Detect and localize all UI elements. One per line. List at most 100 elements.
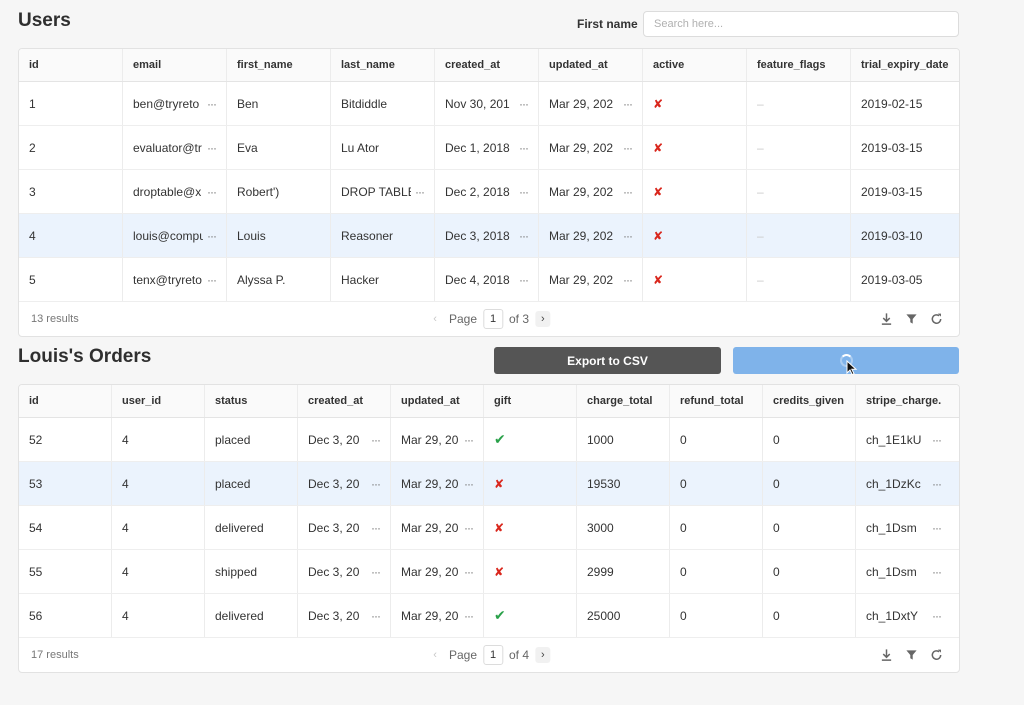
cell-text: Mar 29, 202 (549, 228, 614, 243)
table-row[interactable]: 52 4 placed Dec 3, 20 ··· Mar 29, 20 ··· ✔ 1000 0… (19, 418, 959, 462)
ellipsis-icon[interactable]: ··· (932, 565, 942, 579)
column-header-created-at[interactable]: created_at (435, 49, 539, 81)
check-mark-icon: ✔ (494, 431, 506, 447)
ellipsis-icon[interactable]: ··· (371, 565, 381, 579)
cell-created-at: Nov 30, 201 ··· (435, 82, 539, 125)
cell-active: ✘ (643, 258, 747, 301)
table-row[interactable]: 3 droptable@x ··· Robert') DROP TABLE ··· Dec … (19, 170, 959, 214)
column-header-updated-at[interactable]: updated_at (391, 385, 484, 417)
x-mark-icon: ✘ (653, 228, 664, 243)
orders-pagination: ‹ Page 1 of 4 › (427, 645, 551, 665)
table-row[interactable]: 5 tenx@tryreto ··· Alyssa P. Hacker Dec 4, 20… (19, 258, 959, 302)
cell-updated-at: Mar 29, 202 ··· (539, 258, 643, 301)
column-header-user-id[interactable]: user_id (112, 385, 205, 417)
cell-feature-flags: – (747, 82, 851, 125)
ellipsis-icon[interactable]: ··· (371, 477, 381, 491)
column-header-active[interactable]: active (643, 49, 747, 81)
orders-title: Louis's Orders (18, 346, 152, 367)
prev-page-button[interactable]: ‹ (427, 649, 443, 661)
ellipsis-icon[interactable]: ··· (623, 185, 633, 199)
ellipsis-icon[interactable]: ··· (932, 521, 942, 535)
cell-status: delivered (205, 506, 298, 549)
prev-page-button[interactable]: ‹ (427, 313, 443, 325)
cell-gift: ✔ (484, 418, 577, 461)
next-page-button[interactable]: › (535, 311, 551, 327)
cell-charge-total: 3000 (577, 506, 670, 549)
table-row[interactable]: 1 ben@tryreto ··· Ben Bitdiddle Nov 30, 201 ··… (19, 82, 959, 126)
cell-created-at: Dec 3, 20 ··· (298, 594, 391, 637)
ellipsis-icon[interactable]: ··· (207, 229, 217, 243)
refresh-icon[interactable] (930, 313, 943, 326)
ellipsis-icon[interactable]: ··· (415, 185, 425, 199)
ellipsis-icon[interactable]: ··· (464, 477, 474, 491)
ellipsis-icon[interactable]: ··· (371, 433, 381, 447)
cell-created-at: Dec 3, 20 ··· (298, 506, 391, 549)
refresh-icon[interactable] (930, 649, 943, 662)
column-header-email[interactable]: email (123, 49, 227, 81)
ellipsis-icon[interactable]: ··· (207, 97, 217, 111)
ellipsis-icon[interactable]: ··· (371, 609, 381, 623)
filter-icon[interactable] (905, 649, 918, 662)
column-header-credits-given[interactable]: credits_given (763, 385, 856, 417)
ellipsis-icon[interactable]: ··· (932, 477, 942, 491)
column-header-stripe-charge[interactable]: stripe_charge... (856, 385, 951, 417)
ellipsis-icon[interactable]: ··· (464, 433, 474, 447)
download-icon[interactable] (880, 649, 893, 662)
column-header-first-name[interactable]: first_name (227, 49, 331, 81)
download-icon[interactable] (880, 313, 893, 326)
ellipsis-icon[interactable]: ··· (371, 521, 381, 535)
ellipsis-icon[interactable]: ··· (932, 433, 942, 447)
cell-text: Dec 3, 20 (308, 476, 360, 491)
column-header-id[interactable]: id (19, 49, 123, 81)
table-row[interactable]: 54 4 delivered Dec 3, 20 ··· Mar 29, 20 ··· ✘ 30… (19, 506, 959, 550)
users-table: id email first_name last_name created_at upda… (18, 48, 960, 337)
ellipsis-icon[interactable]: ··· (207, 141, 217, 155)
column-header-label: email (133, 59, 162, 71)
cell-text: ch_1E1kU (866, 432, 922, 447)
column-header-last-name[interactable]: last_name (331, 49, 435, 81)
ellipsis-icon[interactable]: ··· (464, 565, 474, 579)
table-row[interactable]: 4 louis@compu ··· Louis Reasoner Dec 3, 2018 ·… (19, 214, 959, 258)
column-header-status[interactable]: status (205, 385, 298, 417)
cell-text: Bitdiddle (341, 96, 388, 111)
ellipsis-icon[interactable]: ··· (464, 609, 474, 623)
next-page-button[interactable]: › (535, 647, 551, 663)
column-header-gift[interactable]: gift (484, 385, 577, 417)
ellipsis-icon[interactable]: ··· (519, 97, 529, 111)
column-header-created-at[interactable]: created_at (298, 385, 391, 417)
ellipsis-icon[interactable]: ··· (519, 185, 529, 199)
cell-gift: ✘ (484, 506, 577, 549)
ellipsis-icon[interactable]: ··· (623, 141, 633, 155)
cell-refund-total: 0 (670, 462, 763, 505)
ellipsis-icon[interactable]: ··· (464, 521, 474, 535)
filter-icon[interactable] (905, 313, 918, 326)
cell-updated-at: Mar 29, 20 ··· (391, 594, 484, 637)
cell-credits-given: 0 (763, 418, 856, 461)
ellipsis-icon[interactable]: ··· (932, 609, 942, 623)
ellipsis-icon[interactable]: ··· (519, 229, 529, 243)
ellipsis-icon[interactable]: ··· (623, 229, 633, 243)
column-header-charge-total[interactable]: charge_total (577, 385, 670, 417)
ellipsis-icon[interactable]: ··· (519, 141, 529, 155)
table-row[interactable]: 2 evaluator@tr ··· Eva Lu Ator Dec 1, 2018 ···… (19, 126, 959, 170)
ellipsis-icon[interactable]: ··· (207, 273, 217, 287)
table-row[interactable]: 55 4 shipped Dec 3, 20 ··· Mar 29, 20 ··· ✘ 2999… (19, 550, 959, 594)
page-number-input[interactable]: 1 (483, 309, 504, 329)
ellipsis-icon[interactable]: ··· (519, 273, 529, 287)
table-row[interactable]: 53 4 placed Dec 3, 20 ··· Mar 29, 20 ··· ✘ 19530… (19, 462, 959, 506)
column-header-feature-flags[interactable]: feature_flags (747, 49, 851, 81)
table-row[interactable]: 56 4 delivered Dec 3, 20 ··· Mar 29, 20 ··· ✔ 25… (19, 594, 959, 638)
ellipsis-icon[interactable]: ··· (623, 97, 633, 111)
column-header-id[interactable]: id (19, 385, 112, 417)
cell-last-name: Reasoner (331, 214, 435, 257)
cell-updated-at: Mar 29, 20 ··· (391, 550, 484, 593)
cell-text: Louis (237, 228, 266, 243)
first-name-search-input[interactable] (643, 11, 959, 37)
column-header-updated-at[interactable]: updated_at (539, 49, 643, 81)
column-header-refund-total[interactable]: refund_total (670, 385, 763, 417)
ellipsis-icon[interactable]: ··· (207, 185, 217, 199)
column-header-trial-expiry-date[interactable]: trial_expiry_date (851, 49, 959, 81)
ellipsis-icon[interactable]: ··· (623, 273, 633, 287)
export-csv-button[interactable]: Export to CSV (494, 347, 721, 374)
page-number-input[interactable]: 1 (483, 645, 504, 665)
